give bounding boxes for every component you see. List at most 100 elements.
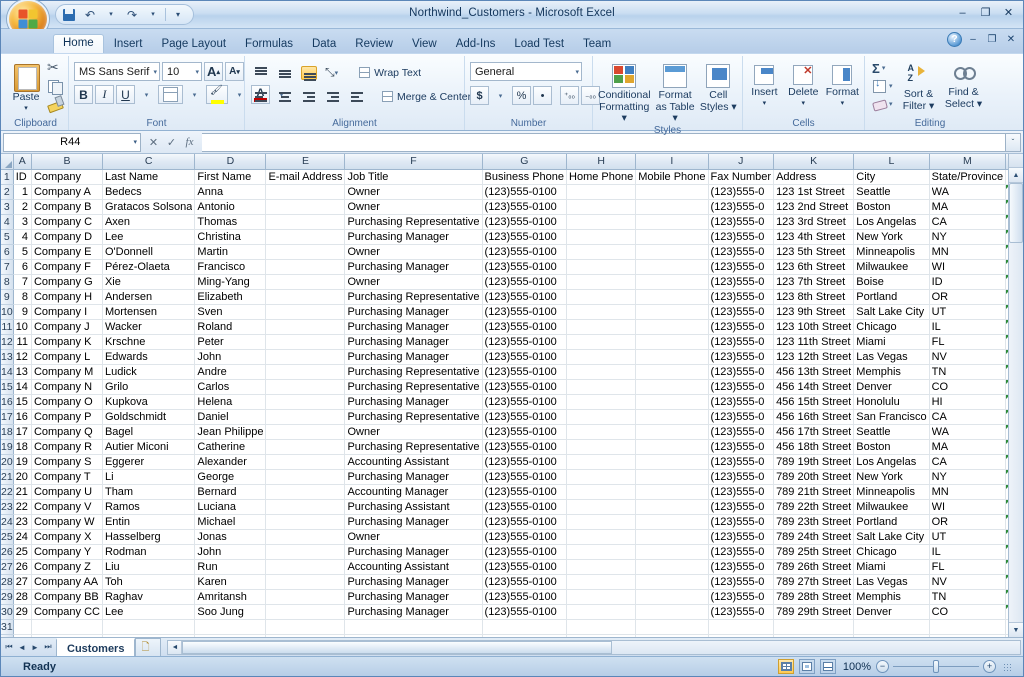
cell[interactable]: Roland xyxy=(195,319,266,334)
cell[interactable] xyxy=(854,634,929,637)
row-header-4[interactable]: 4 xyxy=(1,214,13,229)
format-as-table-button[interactable]: Format as Table ▾ xyxy=(655,61,696,124)
cell[interactable] xyxy=(636,394,708,409)
cell[interactable]: (123)555-0100 xyxy=(482,259,567,274)
delete-cells-button[interactable]: Delete ▾ xyxy=(787,62,820,107)
cell[interactable]: 789 20th Street xyxy=(774,469,854,484)
cell[interactable]: Portland xyxy=(854,514,929,529)
row-header-14[interactable]: 14 xyxy=(1,364,13,379)
cell[interactable] xyxy=(266,529,345,544)
row-header-28[interactable]: 28 xyxy=(1,574,13,589)
cell[interactable] xyxy=(929,634,1006,637)
cell[interactable]: ID xyxy=(13,169,31,184)
cell[interactable] xyxy=(266,394,345,409)
cell[interactable]: Purchasing Manager xyxy=(345,334,482,349)
normal-view-button[interactable] xyxy=(778,659,794,674)
cell[interactable]: 3 xyxy=(13,214,31,229)
cell[interactable]: Tham xyxy=(102,484,194,499)
cell[interactable]: City xyxy=(854,169,929,184)
cell[interactable]: (123)555-0100 xyxy=(482,469,567,484)
cell[interactable] xyxy=(567,544,636,559)
cell[interactable]: Purchasing Manager xyxy=(345,514,482,529)
column-header-E[interactable]: E xyxy=(266,154,345,169)
cell[interactable]: 789 21th Street xyxy=(774,484,854,499)
cell[interactable]: Karen xyxy=(195,574,266,589)
cell[interactable]: (123)555-0 xyxy=(708,349,774,364)
cell[interactable] xyxy=(266,289,345,304)
cell[interactable]: Company H xyxy=(31,289,102,304)
paste-button[interactable]: Paste ▾ xyxy=(8,59,44,112)
cell[interactable]: (123)555-0 xyxy=(708,439,774,454)
cell[interactable]: (123)555-0 xyxy=(708,364,774,379)
cell[interactable]: Company N xyxy=(31,379,102,394)
row-header-16[interactable]: 16 xyxy=(1,394,13,409)
cell[interactable]: Gratacos Solsona xyxy=(102,199,194,214)
sort-filter-button[interactable]: Sort & Filter ▾ xyxy=(898,60,940,112)
cell[interactable] xyxy=(266,259,345,274)
cell[interactable] xyxy=(567,439,636,454)
cell[interactable]: Eggerer xyxy=(102,454,194,469)
cell[interactable]: UT xyxy=(929,529,1006,544)
help-icon[interactable]: ? xyxy=(947,32,962,47)
cell[interactable] xyxy=(636,634,708,637)
cell[interactable] xyxy=(266,544,345,559)
cell[interactable] xyxy=(345,634,482,637)
cell[interactable] xyxy=(345,619,482,634)
cell[interactable]: Jonas xyxy=(195,529,266,544)
cell[interactable] xyxy=(567,574,636,589)
vertical-scroll-thumb[interactable] xyxy=(1009,183,1023,243)
cell[interactable]: Andre xyxy=(195,364,266,379)
autosum-button[interactable]: Σ ▾ xyxy=(870,60,895,76)
cell[interactable]: (123)555-0 xyxy=(708,319,774,334)
cell[interactable]: (123)555-0 xyxy=(708,469,774,484)
borders-dropdown[interactable]: ▾ xyxy=(185,85,204,104)
worksheet-grid[interactable]: ABCDEFGHIJKLMNO 1IDCompanyLast NameFirst… xyxy=(1,154,1023,637)
cell[interactable] xyxy=(929,619,1006,634)
tab-view[interactable]: View xyxy=(403,36,446,55)
cell[interactable] xyxy=(636,574,708,589)
cell[interactable]: (123)555-0 xyxy=(708,529,774,544)
column-header-M[interactable]: M xyxy=(929,154,1006,169)
cell[interactable]: Anna xyxy=(195,184,266,199)
cell[interactable] xyxy=(567,334,636,349)
cell[interactable] xyxy=(266,604,345,619)
cell[interactable] xyxy=(636,214,708,229)
row-header-27[interactable]: 27 xyxy=(1,559,13,574)
cell[interactable]: Seattle xyxy=(854,184,929,199)
cell[interactable]: Martin xyxy=(195,244,266,259)
cell[interactable] xyxy=(636,379,708,394)
cell[interactable]: Luciana xyxy=(195,499,266,514)
cell[interactable] xyxy=(567,349,636,364)
cell[interactable]: NY xyxy=(929,469,1006,484)
cell[interactable]: Company G xyxy=(31,274,102,289)
cell[interactable]: Boise xyxy=(854,274,929,289)
cell[interactable]: Edwards xyxy=(102,349,194,364)
cell[interactable] xyxy=(266,514,345,529)
cut-button[interactable] xyxy=(47,61,63,77)
page-layout-view-button[interactable] xyxy=(799,659,815,674)
cell[interactable] xyxy=(266,469,345,484)
cell[interactable] xyxy=(266,274,345,289)
cell[interactable]: Accounting Assistant xyxy=(345,454,482,469)
cell[interactable]: 123 6th Street xyxy=(774,259,854,274)
comma-style-button[interactable]: • xyxy=(533,86,552,105)
cell[interactable] xyxy=(636,424,708,439)
cell[interactable]: Krschne xyxy=(102,334,194,349)
cell[interactable]: 123 3rd Street xyxy=(774,214,854,229)
cell[interactable] xyxy=(266,439,345,454)
cell[interactable]: Company P xyxy=(31,409,102,424)
cell[interactable]: Last Name xyxy=(102,169,194,184)
cell[interactable]: Purchasing Manager xyxy=(345,604,482,619)
row-header-22[interactable]: 22 xyxy=(1,484,13,499)
fill-button[interactable]: ▾ xyxy=(870,78,895,94)
cell[interactable]: Purchasing Manager xyxy=(345,394,482,409)
cell[interactable]: Soo Jung xyxy=(195,604,266,619)
cell[interactable] xyxy=(567,184,636,199)
cell[interactable]: 12 xyxy=(13,349,31,364)
cell[interactable]: Purchasing Manager xyxy=(345,574,482,589)
horizontal-scrollbar[interactable]: ◄ xyxy=(161,638,1023,656)
row-header-25[interactable]: 25 xyxy=(1,529,13,544)
find-select-button[interactable]: Find & Select ▾ xyxy=(943,60,985,110)
cell[interactable]: (123)555-0 xyxy=(708,559,774,574)
cell[interactable] xyxy=(266,619,345,634)
